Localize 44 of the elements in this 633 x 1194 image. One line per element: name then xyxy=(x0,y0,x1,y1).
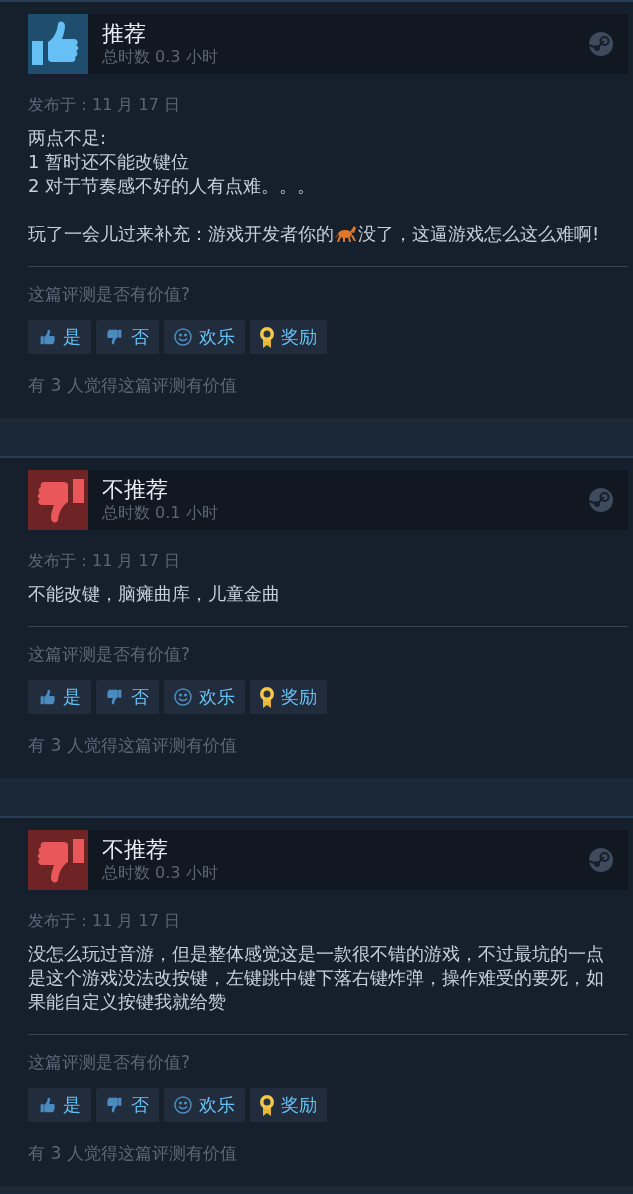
posted-date: 发布于：11 月 17 日 xyxy=(28,550,181,572)
review-text: 没怎么玩过音游，但是整体感觉这是一款很不错的游戏，不过最坑的一点是这个游戏没法改按键，左键跳中键下落右键炸弹，操作难受的要死，如果能自定义按键我就给赞 xyxy=(28,942,605,1014)
review-text: 2 对于节奏感不好的人有点难。。。 xyxy=(28,174,317,198)
funny-button[interactable]: 欢乐 xyxy=(164,1088,245,1122)
no-button[interactable]: 否 xyxy=(96,320,159,354)
yes-button[interactable]: 是 xyxy=(28,1088,91,1122)
smiley-icon xyxy=(173,327,193,347)
helpful-count: 有 3 人觉得这篇评测有价值 xyxy=(28,1142,238,1164)
playtime-text: 总时数 0.1 小时 xyxy=(102,503,218,523)
review-text: 两点不足: xyxy=(28,126,108,150)
smiley-icon xyxy=(173,1095,193,1115)
medal-icon xyxy=(259,326,275,348)
review-text: 玩了一会儿过来补充：游戏开发者你的 xyxy=(28,223,334,244)
funny-button[interactable]: 欢乐 xyxy=(164,680,245,714)
award-button[interactable]: 奖励 xyxy=(250,1088,327,1122)
review-text: 1 暂时还不能改键位 xyxy=(28,150,191,174)
helpful-prompt: 这篇评测是否有价值? xyxy=(28,643,192,665)
no-button[interactable]: 否 xyxy=(96,1088,159,1122)
medal-icon xyxy=(259,1094,275,1116)
posted-date: 发布于：11 月 17 日 xyxy=(28,910,181,932)
review-text: 不能改键，脑瘫曲库，儿童金曲 xyxy=(28,582,281,606)
smiley-icon xyxy=(173,687,193,707)
verdict-title: 不推荐 xyxy=(102,477,169,503)
helpful-prompt: 这篇评测是否有价值? xyxy=(28,1051,192,1073)
helpful-prompt: 这篇评测是否有价值? xyxy=(28,283,192,305)
steam-logo-icon xyxy=(588,31,614,57)
playtime-text: 总时数 0.3 小时 xyxy=(102,863,218,883)
award-button[interactable]: 奖励 xyxy=(250,680,327,714)
yes-button[interactable]: 是 xyxy=(28,320,91,354)
medal-icon xyxy=(259,686,275,708)
award-button[interactable]: 奖励 xyxy=(250,320,327,354)
helpful-count: 有 3 人觉得这篇评测有价值 xyxy=(28,374,238,396)
verdict-title: 推荐 xyxy=(102,21,147,47)
playtime-text: 总时数 0.3 小时 xyxy=(102,47,218,67)
steam-logo-icon xyxy=(588,487,614,513)
helpful-count: 有 3 人觉得这篇评测有价值 xyxy=(28,734,238,756)
steam-logo-icon xyxy=(588,847,614,873)
posted-date: 发布于：11 月 17 日 xyxy=(28,94,181,116)
verdict-title: 不推荐 xyxy=(102,837,169,863)
no-button[interactable]: 否 xyxy=(96,680,159,714)
yes-button[interactable]: 是 xyxy=(28,680,91,714)
horse-icon xyxy=(335,224,357,242)
review-text: 没了，这逼游戏怎么这么难啊! xyxy=(358,223,600,244)
funny-button[interactable]: 欢乐 xyxy=(164,320,245,354)
